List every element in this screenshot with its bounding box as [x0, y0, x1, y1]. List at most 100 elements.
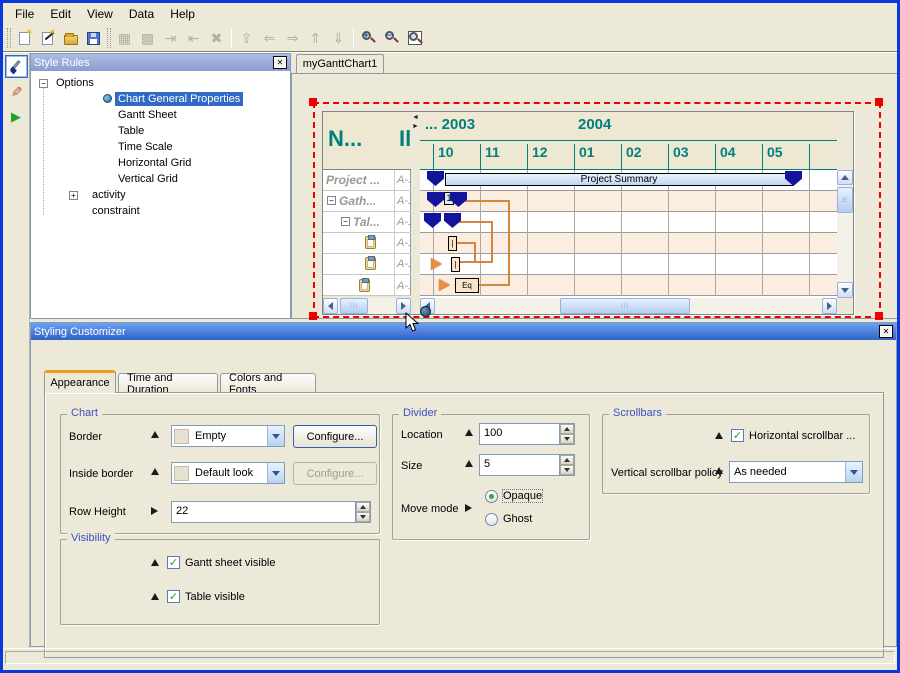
collapse-toggle-icon[interactable]: − — [341, 217, 350, 226]
menu-file[interactable]: File — [7, 5, 42, 23]
table-sheet-divider[interactable]: ◄ ► — [411, 112, 420, 314]
task-bar[interactable]: Eq — [455, 278, 479, 293]
gantt-chart-preview[interactable]: N... Il Project ... A-.. − Gath... A-1.. — [322, 111, 854, 315]
tree-item-gantt-sheet[interactable]: Gantt Sheet — [31, 107, 290, 123]
gantt-sheet-visible-label[interactable]: Gantt sheet visible — [185, 557, 276, 569]
gantt-sheet-visible-checkbox[interactable] — [167, 556, 180, 569]
gantt-grid[interactable]: Project Summary 1 | | — [420, 170, 837, 296]
selection-handle-se[interactable] — [875, 312, 883, 320]
move-down-icon[interactable]: ⇓ — [327, 27, 350, 49]
horizontal-scrollbar-checkbox[interactable] — [731, 429, 744, 442]
sheet-hscroll-thumb[interactable]: ||| — [560, 298, 690, 314]
tab-time-and-duration[interactable]: Time and Duration — [118, 373, 218, 393]
tree-item-vertical-grid[interactable]: Vertical Grid — [31, 171, 290, 187]
attach-table-icon[interactable]: ▦ — [113, 27, 136, 49]
link-from-icon[interactable]: ⇥ — [159, 27, 182, 49]
opaque-radio-label[interactable]: Opaque — [503, 490, 542, 502]
spinner-up-icon[interactable] — [560, 424, 574, 434]
column-header-id[interactable]: Il — [399, 126, 411, 152]
vertical-policy-combobox[interactable]: As needed — [729, 461, 863, 483]
sheet-vscroll-down-arrow[interactable] — [837, 282, 853, 298]
configure-border-button[interactable]: Configure... — [293, 425, 377, 448]
spinner-down-icon[interactable] — [356, 512, 370, 522]
timescale-months-row[interactable]: 10 11 12 01 02 03 04 05 — [420, 141, 837, 170]
menu-data[interactable]: Data — [121, 5, 162, 23]
table-hscroll-thumb[interactable]: ||| — [340, 298, 368, 314]
configure-inside-border-button[interactable]: Configure... — [293, 462, 377, 485]
run-button[interactable]: ▶ — [5, 105, 28, 128]
selection-handle-nw[interactable] — [309, 98, 317, 106]
chevron-down-icon[interactable] — [845, 462, 862, 482]
column-header-name[interactable]: N... — [328, 126, 362, 152]
size-spinner[interactable]: 5 — [479, 454, 575, 476]
tree-item-horizontal-grid[interactable]: Horizontal Grid — [31, 155, 290, 171]
ghost-radio[interactable] — [485, 513, 498, 526]
outdent-icon[interactable]: ⇐ — [258, 27, 281, 49]
close-icon[interactable]: ✕ — [273, 56, 287, 69]
table-hscroll-left-arrow[interactable] — [323, 298, 338, 314]
task-bar[interactable]: | — [448, 236, 457, 251]
zoom-fit-icon[interactable] — [403, 27, 426, 49]
spinner-down-icon[interactable] — [560, 434, 574, 444]
save-file-icon[interactable] — [82, 27, 105, 49]
divider-right-arrow-icon[interactable]: ► — [412, 123, 419, 130]
table-row[interactable]: A-1.. — [323, 254, 411, 275]
table-row[interactable]: − Tal... A-1.. — [323, 212, 411, 233]
spinner-up-icon[interactable] — [356, 502, 370, 512]
spinner-up-icon[interactable] — [560, 455, 574, 465]
zoom-in-icon[interactable]: + — [357, 27, 380, 49]
selection-handle-sw[interactable] — [309, 312, 317, 320]
expand-toggle-icon[interactable]: + — [69, 191, 78, 200]
tab-appearance[interactable]: Appearance — [44, 370, 116, 393]
tree-item-activity[interactable]: + activity — [31, 187, 290, 203]
tab-colors-and-fonts[interactable]: Colors and Fonts — [220, 373, 316, 393]
table-row[interactable]: − Gath... A-1.. — [323, 191, 411, 212]
move-up-icon[interactable]: ⇑ — [304, 27, 327, 49]
style-brush-button[interactable] — [5, 55, 28, 78]
menu-view[interactable]: View — [79, 5, 121, 23]
opaque-radio[interactable] — [485, 490, 498, 503]
table-row[interactable]: A-1.. — [323, 233, 411, 254]
open-file-icon[interactable] — [59, 27, 82, 49]
tree-item-constraint[interactable]: constraint — [31, 203, 290, 219]
indent-icon[interactable]: ⇒ — [281, 27, 304, 49]
ghost-radio-label[interactable]: Ghost — [503, 513, 532, 525]
new-from-wizard-icon[interactable]: ✶ — [36, 27, 59, 49]
collapse-toggle-icon[interactable]: − — [327, 196, 336, 205]
menu-edit[interactable]: Edit — [42, 5, 79, 23]
inside-border-combobox[interactable]: Default look — [171, 462, 285, 484]
chevron-down-icon[interactable] — [267, 426, 284, 446]
sheet-vscroll-up-arrow[interactable] — [837, 170, 853, 185]
table-row[interactable]: A-.. — [323, 275, 411, 296]
horizontal-scrollbar-label[interactable]: Horizontal scrollbar ... — [749, 430, 855, 442]
tree-item-options[interactable]: − Options — [31, 75, 290, 91]
new-document-icon[interactable]: ✶ — [13, 27, 36, 49]
spinner-down-icon[interactable] — [560, 465, 574, 475]
chevron-down-icon[interactable] — [267, 463, 284, 483]
sheet-hscroll-right-arrow[interactable] — [822, 298, 837, 314]
location-spinner[interactable]: 100 — [479, 423, 575, 445]
timescale-years-row[interactable]: ... 2003 2004 — [420, 112, 837, 141]
menu-help[interactable]: Help — [162, 5, 203, 23]
divider-left-arrow-icon[interactable]: ◄ — [412, 114, 419, 121]
link-to-icon[interactable]: ⇤ — [182, 27, 205, 49]
task-bar[interactable]: | — [451, 257, 460, 272]
sheet-vscroll-thumb[interactable]: ☰ — [837, 187, 853, 213]
delete-icon[interactable]: ✖ — [205, 27, 228, 49]
zoom-out-icon[interactable]: − — [380, 27, 403, 49]
close-icon[interactable]: ✕ — [879, 325, 893, 338]
row-height-spinner[interactable]: 22 — [171, 501, 371, 523]
tree-item-chart-general-properties[interactable]: Chart General Properties — [31, 91, 290, 107]
validate-icon[interactable]: ⇪ — [235, 27, 258, 49]
collapse-toggle-icon[interactable]: − — [39, 79, 48, 88]
edit-pencil-button[interactable]: ✎ — [5, 80, 28, 103]
tree-item-table[interactable]: Table — [31, 123, 290, 139]
table-visible-label[interactable]: Table visible — [185, 591, 245, 603]
summary-bar[interactable]: Project Summary — [445, 173, 793, 186]
table-row[interactable]: Project ... A-.. — [323, 170, 411, 191]
tree-item-time-scale[interactable]: Time Scale — [31, 139, 290, 155]
detach-table-icon[interactable]: ▩ — [136, 27, 159, 49]
tab-mygranttchart1[interactable]: myGanttChart1 — [296, 54, 384, 73]
border-combobox[interactable]: Empty — [171, 425, 285, 447]
table-visible-checkbox[interactable] — [167, 590, 180, 603]
